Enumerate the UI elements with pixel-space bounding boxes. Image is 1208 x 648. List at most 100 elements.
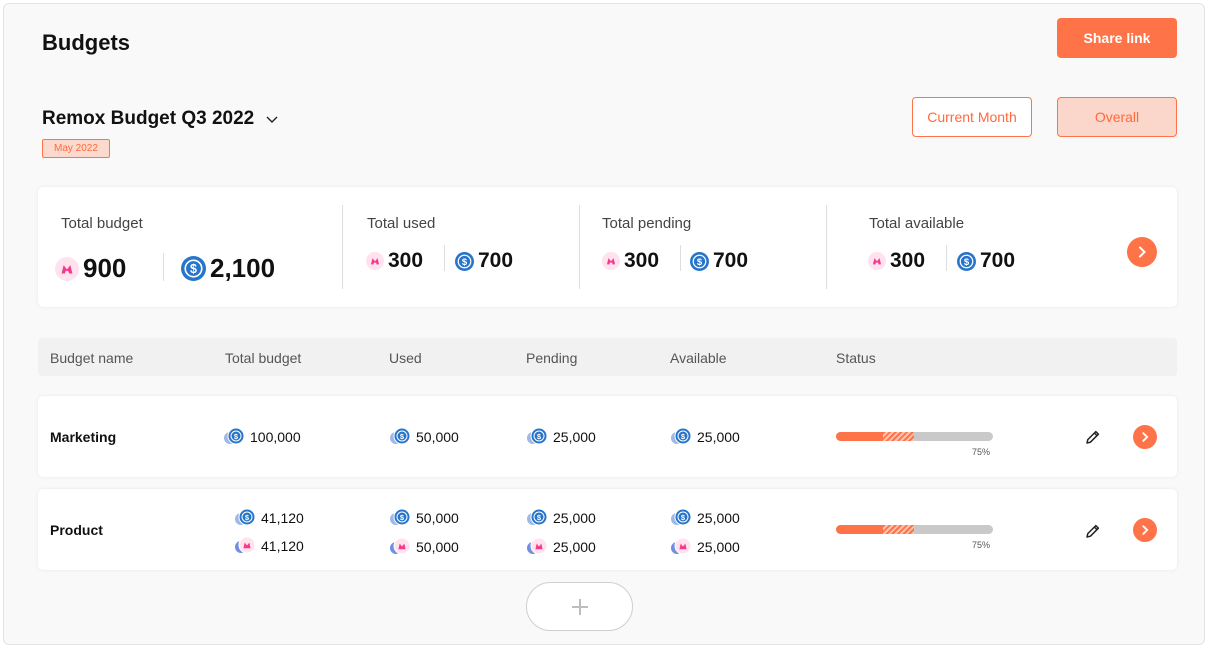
total-used-label: Total used	[367, 215, 436, 232]
pending-cell: 25,000	[526, 427, 596, 447]
total-budget-cell: 41,120	[234, 508, 304, 528]
current-month-button[interactable]: Current Month	[912, 97, 1032, 137]
progress-pending	[883, 525, 915, 534]
overall-button[interactable]: Overall	[1057, 97, 1177, 137]
column-header: Pending	[526, 350, 578, 366]
pencil-icon	[1086, 524, 1100, 538]
column-header: Available	[670, 350, 727, 366]
divider	[579, 205, 580, 289]
usdc-icon	[957, 252, 976, 271]
divider	[444, 245, 445, 271]
divider	[946, 245, 947, 271]
available-cell: 25,000	[670, 508, 740, 528]
coin-stack-icon	[526, 508, 548, 528]
total-budget-celo: 900	[55, 253, 126, 284]
amount: 25,000	[553, 429, 596, 445]
usdc-icon	[690, 252, 709, 271]
total-pending-usdc: 700	[690, 249, 748, 273]
amount: 50,000	[416, 539, 459, 555]
total-used-celo-value: 300	[388, 249, 424, 272]
coin-stack-icon	[670, 427, 692, 447]
chevron-right-icon	[1139, 246, 1146, 258]
amount: 50,000	[416, 429, 459, 445]
status-progress-bar	[836, 432, 993, 441]
used-cell: 50,000	[389, 508, 459, 528]
celo-stack-icon	[234, 536, 256, 556]
amount: 25,000	[697, 429, 740, 445]
amount: 25,000	[697, 539, 740, 555]
coin-stack-icon	[223, 427, 245, 447]
amount: 100,000	[250, 429, 301, 445]
budget-name: Product	[50, 522, 103, 538]
celo-stack-icon	[389, 537, 411, 557]
coin-stack-icon	[234, 508, 256, 528]
available-cell: 25,000	[670, 537, 740, 557]
celo-icon	[868, 252, 886, 270]
status-progress-bar	[836, 525, 993, 534]
divider	[680, 245, 681, 271]
total-budget-cell: 100,000	[223, 427, 301, 447]
total-available-celo-value: 300	[890, 249, 926, 272]
progress-used	[836, 525, 884, 534]
column-header: Status	[836, 350, 876, 366]
total-pending-usdc-value: 700	[713, 249, 749, 272]
pending-cell: 25,000	[526, 537, 596, 557]
pencil-icon	[1086, 430, 1100, 444]
table-row[interactable]: Marketing 100,000 50,000 25,000 25,000 7…	[38, 396, 1177, 477]
coin-stack-icon	[526, 427, 548, 447]
budget-name: Marketing	[50, 429, 117, 445]
divider	[826, 205, 827, 289]
divider	[342, 205, 343, 289]
celo-stack-icon	[670, 537, 692, 557]
amount: 41,120	[261, 538, 304, 554]
total-available-usdc: 700	[957, 249, 1015, 273]
add-budget-button[interactable]	[526, 582, 633, 631]
row-next-button[interactable]	[1133, 425, 1157, 449]
summary-next-button[interactable]	[1127, 237, 1157, 267]
progress-used	[836, 432, 884, 441]
amount: 25,000	[697, 510, 740, 526]
divider	[163, 253, 164, 281]
amount: 50,000	[416, 510, 459, 526]
total-used-usdc: 700	[455, 249, 513, 273]
edit-button[interactable]	[1084, 428, 1102, 451]
coin-stack-icon	[389, 508, 411, 528]
total-budget-usdc: 2,100	[181, 253, 275, 284]
chevron-down-icon	[266, 116, 278, 123]
summary-card: Total budget 900 2,100 Total used 300 70…	[38, 187, 1177, 307]
status-percent: 75%	[972, 540, 991, 550]
used-cell: 50,000	[389, 537, 459, 557]
total-pending-celo-value: 300	[624, 249, 660, 272]
total-pending-celo: 300	[602, 249, 659, 273]
total-budget-celo-value: 900	[83, 253, 127, 283]
chevron-right-icon	[1142, 525, 1149, 535]
column-header: Total budget	[225, 350, 302, 366]
total-budget-cell: 41,120	[234, 536, 304, 556]
available-cell: 25,000	[670, 427, 740, 447]
celo-icon	[366, 252, 384, 270]
total-available-label: Total available	[869, 215, 965, 232]
edit-button[interactable]	[1084, 522, 1102, 545]
celo-icon	[55, 257, 79, 281]
total-available-celo: 300	[868, 249, 925, 273]
pending-cell: 25,000	[526, 508, 596, 528]
chevron-right-icon	[1142, 432, 1149, 442]
table-row[interactable]: Product 41,120 41,120 50,000 50,000 25,0…	[38, 489, 1177, 570]
status-percent: 75%	[972, 447, 991, 457]
total-used-celo: 300	[366, 249, 423, 273]
table-header: Budget name Total budget Used Pending Av…	[38, 338, 1177, 376]
coin-stack-icon	[389, 427, 411, 447]
total-budget-label: Total budget	[61, 215, 143, 232]
progress-pending	[883, 432, 915, 441]
total-pending-label: Total pending	[602, 215, 692, 232]
date-badge: May 2022	[42, 139, 110, 158]
celo-stack-icon	[526, 537, 548, 557]
budget-selector[interactable]: Remox Budget Q3 2022	[42, 108, 280, 130]
total-budget-usdc-value: 2,100	[210, 253, 276, 283]
share-link-button[interactable]: Share link	[1057, 18, 1177, 58]
row-next-button[interactable]	[1133, 518, 1157, 542]
plus-icon	[571, 598, 588, 615]
celo-icon	[602, 252, 620, 270]
usdc-icon	[455, 252, 474, 271]
used-cell: 50,000	[389, 427, 459, 447]
